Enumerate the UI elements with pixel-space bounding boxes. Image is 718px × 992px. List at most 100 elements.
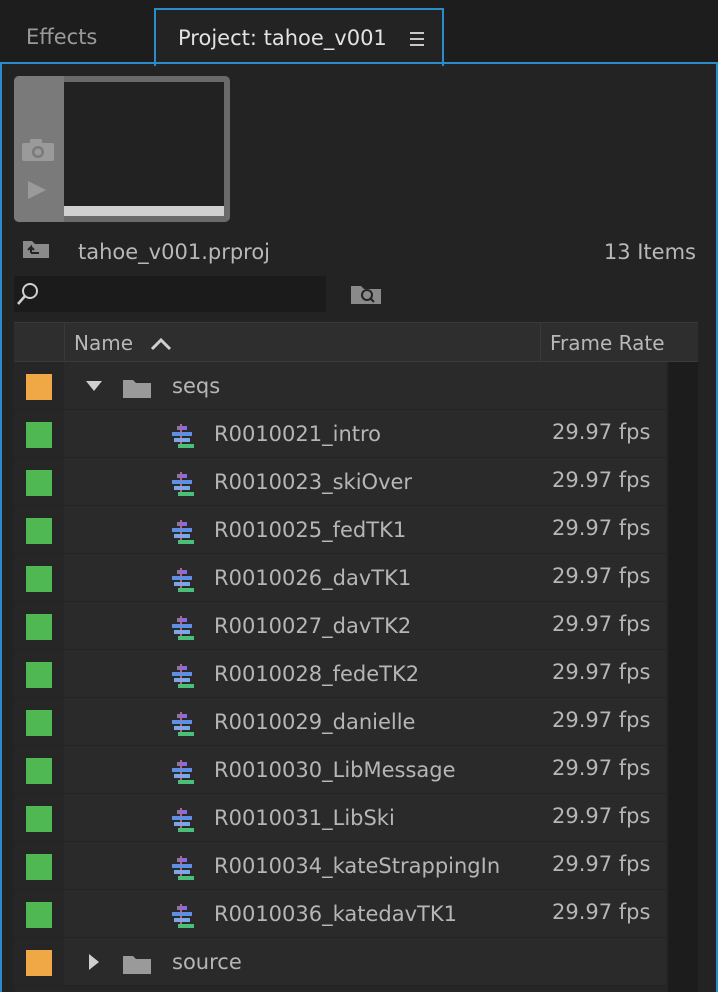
label-color-swatch[interactable] — [26, 470, 52, 496]
sequence-icon — [168, 903, 196, 933]
label-cell — [14, 794, 64, 841]
bin-folder-icon — [122, 377, 152, 403]
label-cell — [14, 554, 64, 601]
label-cell — [14, 746, 64, 793]
sequence-name: R0010031_LibSki — [214, 806, 395, 830]
sort-ascending-icon[interactable] — [150, 336, 172, 355]
preview-scrubber[interactable] — [64, 206, 224, 216]
frame-rate-value: 29.97 fps — [552, 516, 651, 540]
label-cell — [14, 842, 64, 889]
frame-rate-value: 29.97 fps — [552, 852, 651, 876]
sequence-icon — [168, 711, 196, 741]
label-color-swatch[interactable] — [26, 950, 52, 976]
frame-rate-value: 29.97 fps — [552, 660, 651, 684]
label-color-swatch[interactable] — [26, 662, 52, 688]
table-row[interactable]: R0010028_fedeTK2 29.97 fps — [14, 650, 666, 698]
tab-effects-label: Effects — [26, 25, 98, 49]
table-row[interactable]: R0010031_LibSki 29.97 fps — [14, 794, 666, 842]
column-header-frame-rate[interactable]: Frame Rate — [550, 331, 665, 355]
table-row[interactable]: R0010026_davTK1 29.97 fps — [14, 554, 666, 602]
project-filename: tahoe_v001.prproj — [78, 240, 271, 264]
sequence-icon — [168, 615, 196, 645]
disclosure-expanded-icon[interactable] — [86, 378, 102, 398]
preview-screen — [64, 82, 224, 206]
label-cell — [14, 362, 64, 409]
frame-rate-value: 29.97 fps — [552, 900, 651, 924]
table-row[interactable]: R0010021_intro 29.97 fps — [14, 410, 666, 458]
label-color-swatch[interactable] — [26, 758, 52, 784]
frame-rate-value: 29.97 fps — [552, 708, 651, 732]
table-row[interactable]: R0010023_skiOver 29.97 fps — [14, 458, 666, 506]
poster-frame-camera-icon[interactable] — [21, 138, 55, 166]
label-cell — [14, 698, 64, 745]
table-row[interactable]: R0010034_kateStrappingIn 29.97 fps — [14, 842, 666, 890]
sequence-name: R0010021_intro — [214, 422, 382, 446]
sequence-icon — [168, 663, 196, 693]
sequence-icon — [168, 471, 196, 501]
bin-row[interactable]: seqs — [14, 362, 666, 410]
table-row[interactable]: R0010029_danielle 29.97 fps — [14, 698, 666, 746]
project-items-table: Name Frame Rate seqs R0010021_intro 29.97 … — [14, 322, 698, 992]
bin-name: seqs — [172, 374, 221, 398]
label-color-swatch[interactable] — [26, 566, 52, 592]
frame-rate-value: 29.97 fps — [552, 756, 651, 780]
label-color-swatch[interactable] — [26, 422, 52, 448]
tab-project[interactable]: Project: tahoe_v001 — [154, 8, 444, 66]
column-header-name[interactable]: Name — [74, 331, 133, 355]
find-in-bin-icon[interactable] — [350, 283, 382, 309]
vertical-scrollbar[interactable] — [668, 362, 698, 992]
bin-name: source — [172, 950, 242, 974]
tab-project-label: Project: tahoe_v001 — [178, 26, 387, 50]
sequence-name: R0010028_fedeTK2 — [214, 662, 420, 686]
tab-effects[interactable]: Effects — [0, 4, 152, 64]
sequence-icon — [168, 519, 196, 549]
table-row[interactable]: R0010030_LibMessage 29.97 fps — [14, 746, 666, 794]
table-row[interactable]: R0010036_katedavTK1 29.97 fps — [14, 890, 666, 938]
label-cell — [14, 458, 64, 505]
label-cell — [14, 410, 64, 457]
sequence-name: R0010034_kateStrappingIn — [214, 854, 501, 878]
frame-rate-value: 29.97 fps — [552, 804, 651, 828]
sequence-name: R0010026_davTK1 — [214, 566, 412, 590]
table-rows: seqs R0010021_intro 29.97 fps R0010023_skiO… — [14, 362, 666, 986]
sequence-name: R0010036_katedavTK1 — [214, 902, 458, 926]
bin-row[interactable]: source — [14, 938, 666, 986]
sequence-icon — [168, 807, 196, 837]
label-color-swatch[interactable] — [26, 374, 52, 400]
frame-rate-value: 29.97 fps — [552, 468, 651, 492]
panel-tab-bar: Effects Project: tahoe_v001 — [0, 0, 718, 66]
sequence-name: R0010023_skiOver — [214, 470, 413, 494]
bin-folder-icon — [122, 953, 152, 979]
label-cell — [14, 602, 64, 649]
frame-rate-value: 29.97 fps — [552, 612, 651, 636]
label-color-swatch[interactable] — [26, 902, 52, 928]
sequence-icon — [168, 423, 196, 453]
sequence-icon — [168, 855, 196, 885]
label-color-swatch[interactable] — [26, 806, 52, 832]
frame-rate-value: 29.97 fps — [552, 564, 651, 588]
table-header: Name Frame Rate — [14, 322, 698, 362]
search-icon[interactable] — [16, 281, 40, 311]
sequence-icon — [168, 759, 196, 789]
column-divider[interactable] — [540, 323, 541, 361]
sequence-name: R0010029_danielle — [214, 710, 416, 734]
label-color-swatch[interactable] — [26, 614, 52, 640]
frame-rate-value: 29.97 fps — [552, 420, 651, 444]
label-cell — [14, 938, 64, 985]
table-row[interactable]: R0010025_fedTK1 29.97 fps — [14, 506, 666, 554]
project-folder-up-icon[interactable] — [22, 237, 50, 263]
search-input[interactable] — [14, 276, 326, 312]
sequence-name: R0010025_fedTK1 — [214, 518, 407, 542]
label-cell — [14, 506, 64, 553]
play-icon[interactable] — [26, 179, 48, 205]
label-column-header[interactable] — [14, 323, 65, 361]
table-row[interactable]: R0010027_davTK2 29.97 fps — [14, 602, 666, 650]
sequence-icon — [168, 567, 196, 597]
label-cell — [14, 890, 64, 937]
label-color-swatch[interactable] — [26, 518, 52, 544]
panel-menu-icon[interactable] — [410, 32, 424, 50]
label-color-swatch[interactable] — [26, 710, 52, 736]
disclosure-collapsed-icon[interactable] — [86, 954, 102, 974]
sequence-name: R0010027_davTK2 — [214, 614, 412, 638]
label-color-swatch[interactable] — [26, 854, 52, 880]
